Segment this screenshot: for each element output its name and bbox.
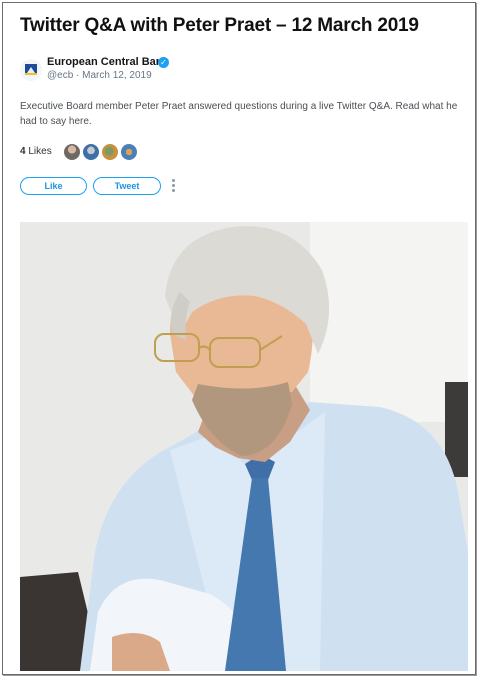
liker-avatar[interactable] xyxy=(120,143,138,161)
tweet-photo[interactable] xyxy=(20,222,468,671)
likes-count[interactable]: 4 Likes xyxy=(20,146,52,157)
tweet-text: Executive Board member Peter Praet answe… xyxy=(20,101,458,127)
author-name[interactable]: European Central Bank xyxy=(47,56,169,68)
like-button[interactable]: Like xyxy=(20,177,87,195)
handle-and-date[interactable]: @ecb · March 12, 2019 xyxy=(47,70,152,81)
ecb-logo-avatar[interactable] xyxy=(20,59,42,81)
page-title: Twitter Q&A with Peter Praet – 12 March … xyxy=(20,15,419,36)
verified-badge-icon: ✓ xyxy=(158,57,169,68)
liker-avatar[interactable] xyxy=(63,143,81,161)
likes-label: Likes xyxy=(28,146,52,157)
article-frame: Twitter Q&A with Peter Praet – 12 March … xyxy=(2,2,476,675)
liker-avatar[interactable] xyxy=(101,143,119,161)
vertical-ellipsis-icon[interactable] xyxy=(170,179,176,193)
liker-avatar[interactable] xyxy=(82,143,100,161)
tweet-button[interactable]: Tweet xyxy=(93,177,161,195)
likes-number: 4 xyxy=(20,146,26,157)
